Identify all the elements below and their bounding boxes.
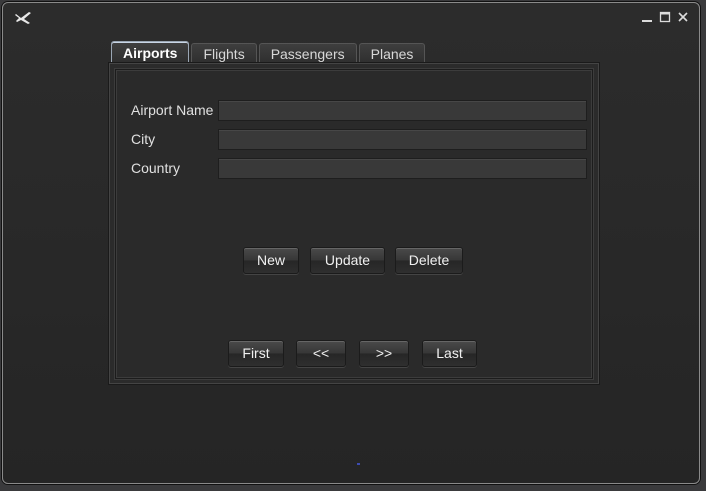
city-label: City <box>131 131 156 147</box>
new-button[interactable]: New <box>243 247 299 274</box>
minimize-icon[interactable] <box>641 11 653 23</box>
city-row: City <box>126 129 587 151</box>
airports-panel: Airport Name City Country New Update Del… <box>108 62 600 385</box>
app-window: Airports Flights Passengers Planes Airpo… <box>2 2 700 484</box>
airplane-icon <box>15 11 35 25</box>
previous-button[interactable]: << <box>296 340 346 367</box>
maximize-icon[interactable] <box>659 11 671 23</box>
delete-button[interactable]: Delete <box>395 247 463 274</box>
airport-name-input[interactable] <box>218 100 587 121</box>
next-button[interactable]: >> <box>359 340 409 367</box>
airport-name-label: Airport Name <box>131 102 214 118</box>
country-input[interactable] <box>218 158 587 179</box>
airport-name-row: Airport Name <box>126 100 587 122</box>
city-input[interactable] <box>218 129 587 150</box>
country-row: Country <box>126 158 587 180</box>
last-button[interactable]: Last <box>422 340 477 367</box>
close-icon[interactable] <box>677 11 689 23</box>
update-button[interactable]: Update <box>310 247 385 274</box>
airports-form: Airport Name City Country New Update Del… <box>115 69 593 379</box>
country-label: Country <box>131 160 181 176</box>
status-indicator <box>357 463 360 465</box>
first-button[interactable]: First <box>228 340 284 367</box>
title-bar[interactable] <box>3 3 699 33</box>
